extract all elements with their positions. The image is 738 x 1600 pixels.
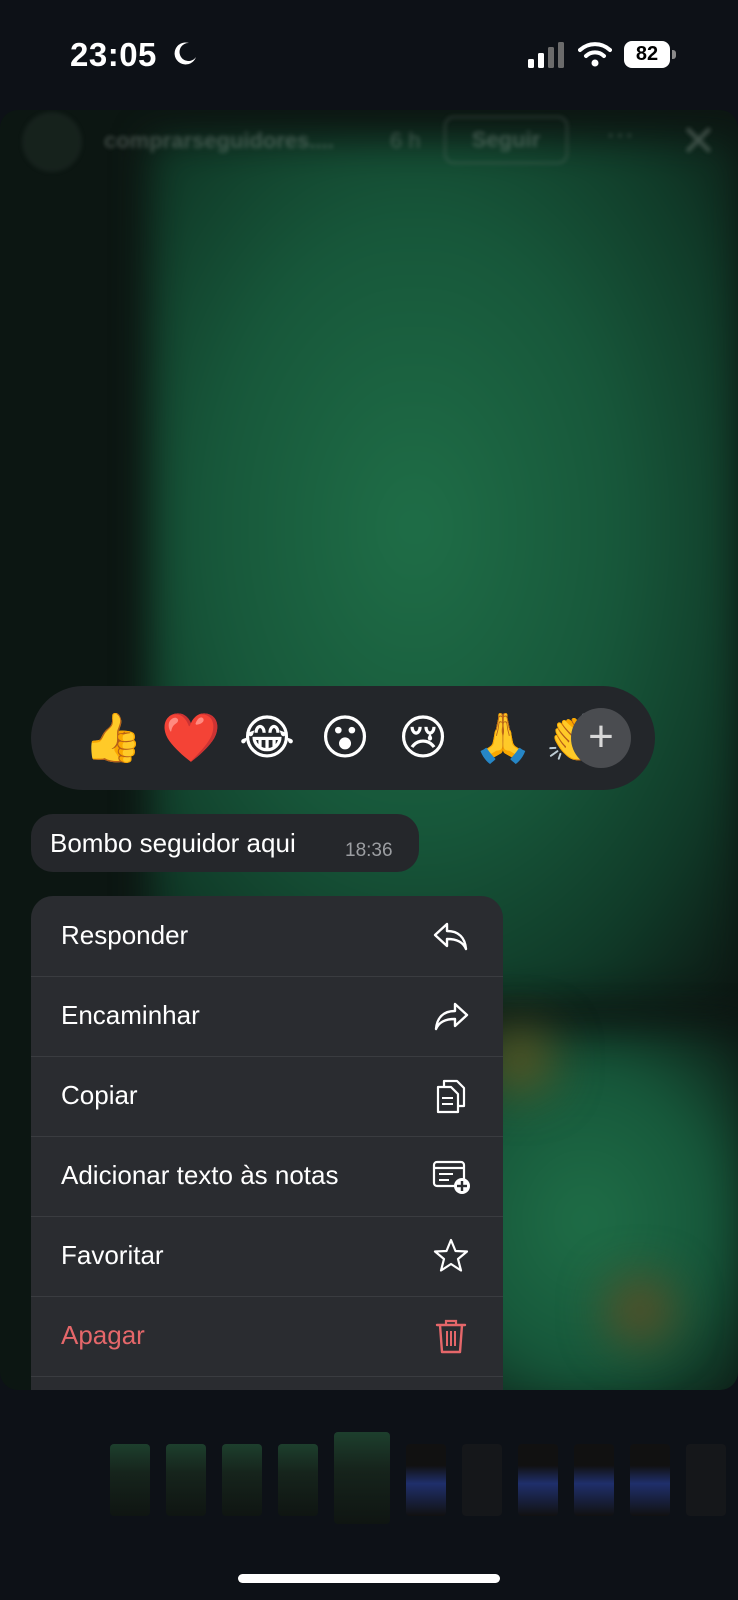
home-indicator[interactable] <box>238 1574 500 1583</box>
story-thumbnail[interactable] <box>222 1444 262 1516</box>
reaction-thumbs-up[interactable]: 👍 <box>83 710 143 766</box>
battery-cap <box>672 50 676 59</box>
add-reaction-button[interactable]: + <box>571 708 631 768</box>
reaction-laughing[interactable]: 😂 <box>239 710 295 766</box>
story-thumbnail[interactable] <box>462 1444 502 1516</box>
story-thumbnail[interactable] <box>574 1444 614 1516</box>
story-thumbnail-current[interactable] <box>334 1432 390 1524</box>
story-thumbnail[interactable] <box>630 1444 670 1516</box>
battery-indicator: 82 <box>624 41 676 68</box>
story-thumbnail[interactable] <box>406 1444 446 1516</box>
menu-item-label: Copiar <box>61 1080 138 1110</box>
message-text: Bombo seguidor aqui <box>50 828 296 858</box>
wifi-icon <box>578 42 612 67</box>
story-age: 6 h <box>390 128 421 153</box>
menu-item-label: Favoritar <box>61 1240 164 1270</box>
close-icon[interactable]: ✕ <box>680 116 717 167</box>
menu-item-label: Adicionar texto às notas <box>61 1160 339 1190</box>
forward-icon <box>434 1002 469 1031</box>
story-thumbnail[interactable] <box>686 1444 726 1516</box>
moon-icon <box>174 42 196 65</box>
cellular-signal-icon <box>528 42 564 68</box>
trash-icon <box>435 1319 467 1354</box>
status-time: 23:05 <box>70 36 157 73</box>
menu-item-label: Responder <box>61 920 189 950</box>
menu-item-copiar[interactable]: Copiar <box>31 1056 503 1137</box>
message-time: 18:36 <box>345 840 393 861</box>
menu-item-apagar[interactable]: Apagar <box>31 1296 503 1377</box>
reaction-sad[interactable]: 😢 <box>395 710 451 766</box>
star-icon <box>433 1238 469 1272</box>
story-thumbnail[interactable] <box>518 1444 558 1516</box>
menu-item-encaminhar[interactable]: Encaminhar <box>31 976 503 1057</box>
reply-icon <box>433 922 468 951</box>
copy-icon <box>436 1079 466 1114</box>
follow-button[interactable]: Seguir <box>444 116 568 164</box>
reaction-bar: 👍 ❤️ 😂 😮 😢 🙏 👏 + <box>31 686 655 790</box>
message-bubble[interactable]: Bombo seguidor aqui 18:36 <box>31 814 419 872</box>
context-menu: Responder Encaminhar Copiar Adicionar te… <box>31 896 503 1390</box>
more-options-icon[interactable]: ··· <box>606 118 634 150</box>
story-blur-highlight <box>610 1280 670 1340</box>
story-thumbnail[interactable] <box>110 1444 150 1516</box>
story-username: comprarseguidores.... <box>104 128 334 153</box>
avatar <box>22 112 82 172</box>
reaction-surprised[interactable]: 😮 <box>317 710 373 766</box>
story-thumbnail[interactable] <box>278 1444 318 1516</box>
add-note-icon <box>432 1160 470 1194</box>
menu-item-adicionar-notas[interactable]: Adicionar texto às notas <box>31 1136 503 1217</box>
battery-level: 82 <box>624 41 670 68</box>
status-bar: 23:05 82 <box>0 0 738 110</box>
story-thumbnail[interactable] <box>166 1444 206 1516</box>
story-header: comprarseguidores.... 6 h Seguir ··· ✕ <box>0 110 738 172</box>
menu-item-label: Encaminhar <box>61 1000 200 1030</box>
menu-item-label: Apagar <box>61 1320 145 1350</box>
story-thumbnails <box>0 1426 738 1526</box>
reaction-heart[interactable]: ❤️ <box>161 710 221 766</box>
reaction-pray[interactable]: 🙏 <box>473 710 533 766</box>
menu-item-favoritar[interactable]: Favoritar <box>31 1216 503 1297</box>
menu-item-responder[interactable]: Responder <box>31 896 503 977</box>
